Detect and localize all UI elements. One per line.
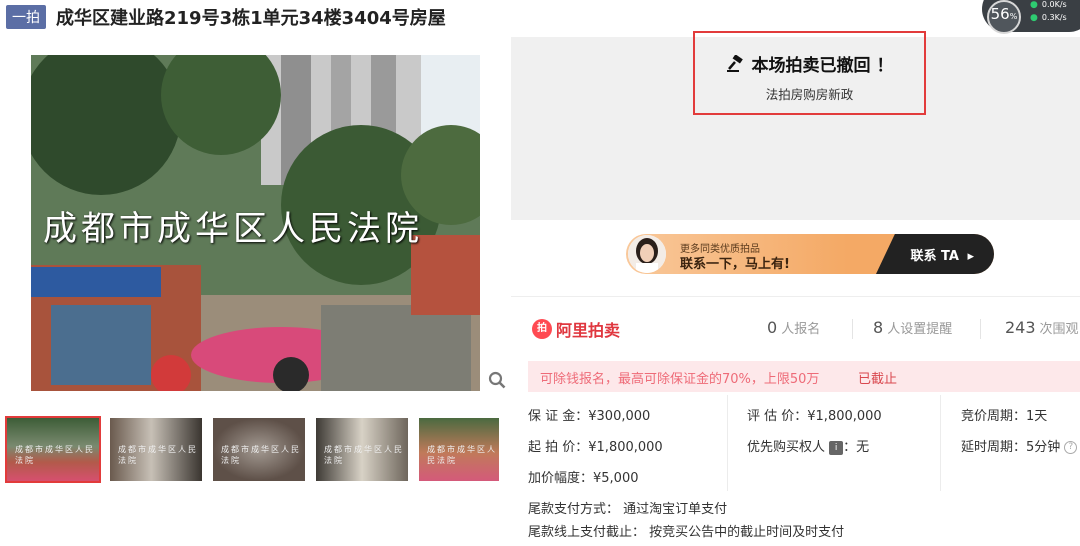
info-icon[interactable]: i (829, 440, 844, 455)
payment-deadline-field: 尾款线上支付截止： 按竞买公告中的截止时间及时支付 (528, 525, 845, 540)
ali-auction-brand[interactable]: 拍 阿里拍卖 (532, 317, 620, 341)
deposit-field: 保 证 金：¥300,000 (528, 409, 651, 424)
thumbnail-3[interactable]: 成都市成华区人民法院 (213, 418, 305, 481)
divider (980, 319, 981, 339)
stat-reminders: 8 人设置提醒 (873, 318, 953, 337)
priority-buyer-value: ：无 (843, 440, 870, 455)
divider (727, 395, 728, 491)
title-row: 一拍 成华区建业路219号3栋1单元34楼3404号房屋 (6, 4, 446, 30)
deposit-loan-bar: 可除钱报名，最高可除保证金的70%，上限50万 已截止 (528, 361, 1080, 392)
bidding-cycle-field: 竞价周期：1天 (961, 409, 1048, 424)
main-photo[interactable]: 成都市成华区人民法院 (31, 55, 480, 391)
thumbnail-label: 成都市成华区人民法院 (15, 445, 95, 465)
thumbnail-label: 成都市成华区人民法院 (221, 445, 301, 465)
stat-signups: 0 人报名 (767, 318, 821, 337)
appraisal-field: 评 估 价：¥1,800,000 (747, 409, 882, 424)
contact-ta-label: 联系 TA (910, 249, 959, 264)
payment-method-field: 尾款支付方式： 通过淘宝订单支付 (528, 502, 728, 517)
memory-percent: 56% (987, 0, 1021, 34)
thumbnail-5[interactable]: 成都市成华区人民法院 (419, 418, 499, 481)
deposit-loan-status: 已截止 (858, 372, 898, 387)
network-speed-widget[interactable]: 56% ● 0.0K/s ● 0.3K/s (982, 0, 1080, 34)
thumbnail-label: 成都市成华区人民法院 (118, 445, 198, 465)
divider (852, 319, 853, 339)
help-icon[interactable]: ? (1064, 441, 1078, 454)
stat-views: 243 次围观 (1005, 318, 1079, 337)
court-watermark: 成都市成华区人民法院 (43, 209, 423, 249)
thumbnail-2[interactable]: 成都市成华区人民法院 (110, 418, 202, 481)
thumbnail-4[interactable]: 成都市成华区人民法院 (316, 418, 408, 481)
delay-cycle-field: 延时周期：5分钟? (961, 436, 1078, 455)
increment-field: 加价幅度：¥5,000 (528, 471, 639, 486)
auction-round-badge: 一拍 (6, 5, 46, 29)
magnifier-icon[interactable] (488, 371, 506, 389)
gavel-icon (726, 54, 743, 72)
priority-buyer-field: 优先购买权人 i ：无 (747, 436, 869, 455)
start-price-field: 起 拍 价：¥1,800,000 (528, 440, 663, 455)
thumbnail-label: 成都市成华区人民法院 (324, 445, 404, 465)
agent-avatar (628, 235, 666, 273)
contact-ta-button[interactable]: 联系 TA ▸ (910, 245, 974, 264)
thumbnail-strip: 成都市成华区人民法院 成都市成华区人民法院 成都市成华区人民法院 成都市成华区人… (5, 416, 510, 483)
delay-cycle-value: 延时周期：5分钟 (961, 440, 1061, 455)
thumbnail-1[interactable]: 成都市成华区人民法院 (5, 416, 101, 483)
upload-rate: ● 0.0K/s (1030, 0, 1067, 10)
thumbnail-label: 成都市成华区人民法院 (427, 445, 497, 465)
priority-buyer-label: 优先购买权人 (747, 440, 826, 455)
divider (940, 395, 941, 491)
brand-name: 阿里拍卖 (556, 321, 621, 340)
contact-banner[interactable]: 更多同类优质拍品 联系一下，马上有! 联系 TA ▸ (626, 234, 994, 274)
withdrawn-heading: 本场拍卖已撤回 ！ (751, 56, 894, 76)
caret-right-icon: ▸ (967, 249, 974, 264)
policy-link[interactable]: 法拍房购房新政 (695, 84, 924, 103)
ali-auction-logo-icon: 拍 (532, 319, 552, 339)
withdrawn-notice: 本场拍卖已撤回 ！ 法拍房购房新政 (693, 31, 926, 115)
page-title: 成华区建业路219号3栋1单元34楼3404号房屋 (56, 8, 446, 29)
download-rate: ● 0.3K/s (1030, 13, 1067, 23)
banner-line2: 联系一下，马上有! (680, 257, 790, 272)
deposit-loan-text: 可除钱报名，最高可除保证金的70%，上限50万 (540, 372, 820, 387)
